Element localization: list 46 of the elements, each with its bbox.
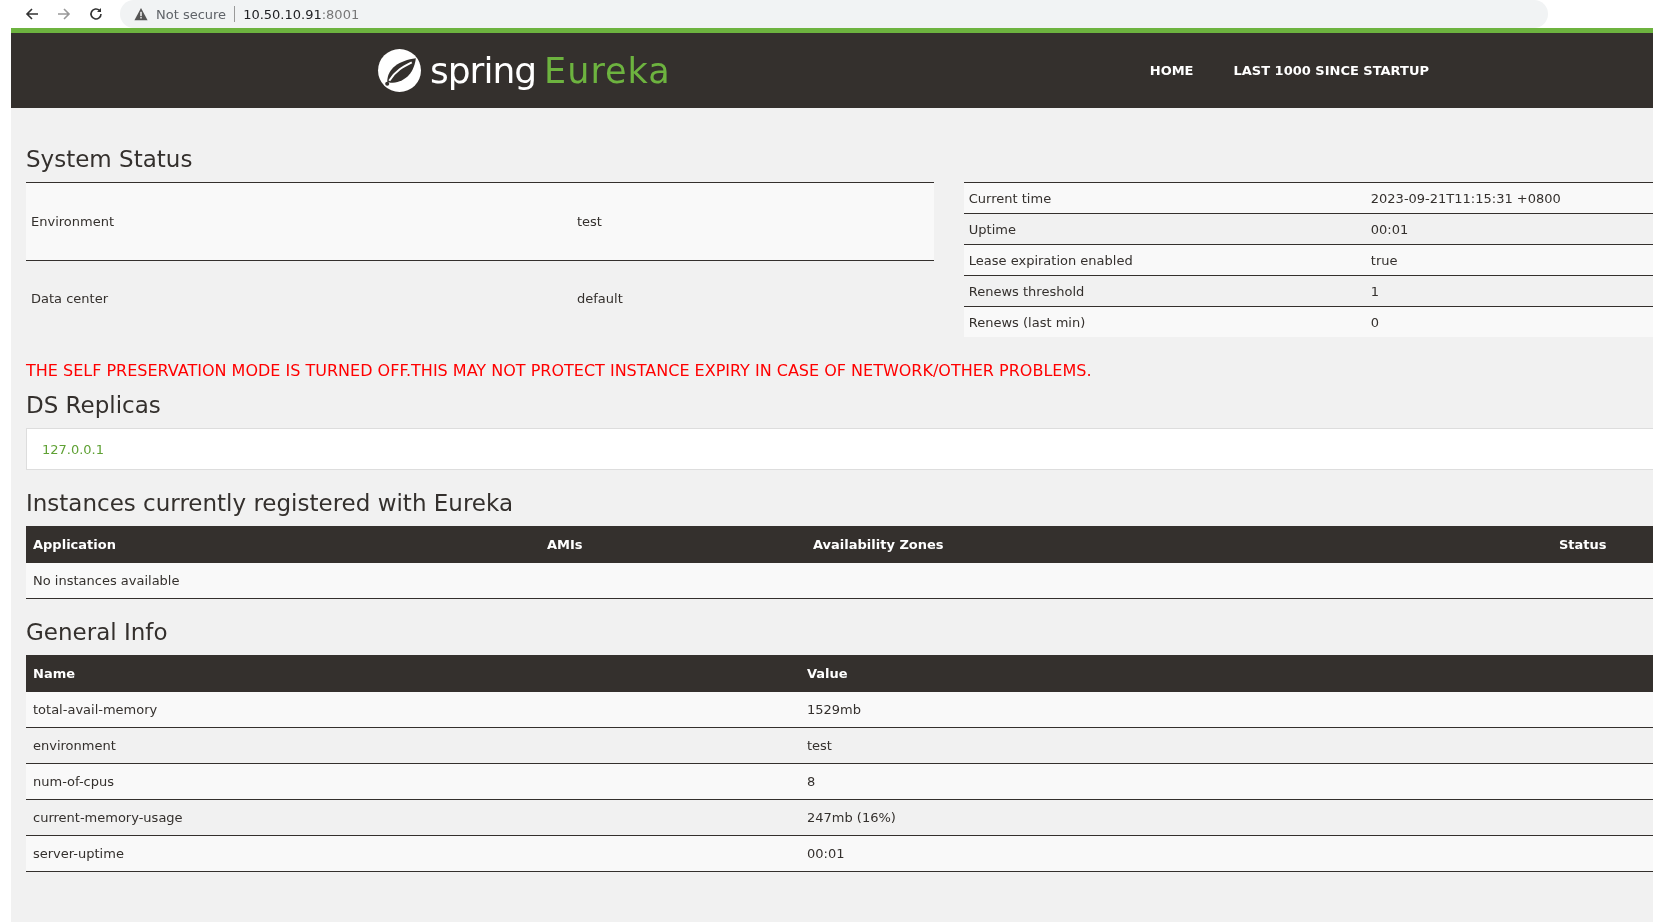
column-header: Name (26, 655, 800, 692)
table-cell: 1 (1365, 275, 1653, 307)
brand-name: spring (430, 50, 537, 91)
address-bar[interactable]: Not secure 10.50.10.91:8001 (120, 0, 1548, 28)
column-header: Application (26, 526, 540, 563)
table-cell: Renews threshold (963, 275, 1366, 307)
table-cell: 0 (1365, 306, 1653, 337)
nav-link[interactable]: LAST 1000 SINCE STARTUP (1233, 63, 1429, 78)
product-name: Eureka (544, 50, 671, 91)
table-cell: 2023-09-21T11:15:31 +0800 (1365, 182, 1653, 214)
column-header: AMIs (540, 526, 806, 563)
security-label: Not secure (156, 6, 227, 22)
section-title: Instances currently registered with Eureka (26, 490, 514, 516)
column-header: Status (1552, 526, 1653, 563)
table-cell: environment (26, 727, 800, 764)
table-cell: No instances available (26, 563, 1653, 599)
leaf-logo-icon (377, 48, 422, 93)
nav-link[interactable]: HOME (1149, 63, 1194, 78)
section-title: General Info (26, 619, 169, 645)
warning-message: THE SELF PRESERVATION MODE IS TURNED OFF.THIS MAY NOT PROTECT INSTANCE EXPIRY IN CASE OF NETWORK/OTHER PROBLEMS. (26, 361, 1093, 380)
table-cell: 8 (800, 763, 1653, 800)
table-cell: Lease expiration enabled (963, 244, 1366, 276)
table-cell: num-of-cpus (26, 763, 800, 800)
table-cell: total-avail-memory (26, 692, 800, 728)
table-cell: server-uptime (26, 835, 800, 872)
back-icon[interactable] (24, 6, 40, 22)
column-header: Value (800, 655, 1653, 692)
table-cell: 00:01 (1365, 213, 1653, 245)
table-cell: Environment (26, 182, 572, 261)
table-cell: test (572, 182, 934, 261)
column-header: Availability Zones (806, 526, 1552, 563)
table-cell: Uptime (963, 213, 1366, 245)
section-title: DS Replicas (26, 392, 162, 418)
table-cell: test (800, 727, 1653, 764)
section-title: System Status (26, 145, 194, 174)
url-text: 10.50.10.91:8001 (243, 6, 360, 22)
warning-icon (134, 7, 148, 21)
forward-icon[interactable] (56, 6, 72, 22)
table-cell: 1529mb (800, 692, 1653, 728)
reload-icon[interactable] (88, 6, 104, 22)
table-cell: 247mb (16%) (800, 799, 1653, 836)
table-cell: true (1365, 244, 1653, 276)
table-cell: Current time (963, 182, 1366, 214)
table-cell: current-memory-usage (26, 799, 800, 836)
table-cell: Renews (last min) (963, 306, 1366, 337)
table-cell: 00:01 (800, 835, 1653, 872)
